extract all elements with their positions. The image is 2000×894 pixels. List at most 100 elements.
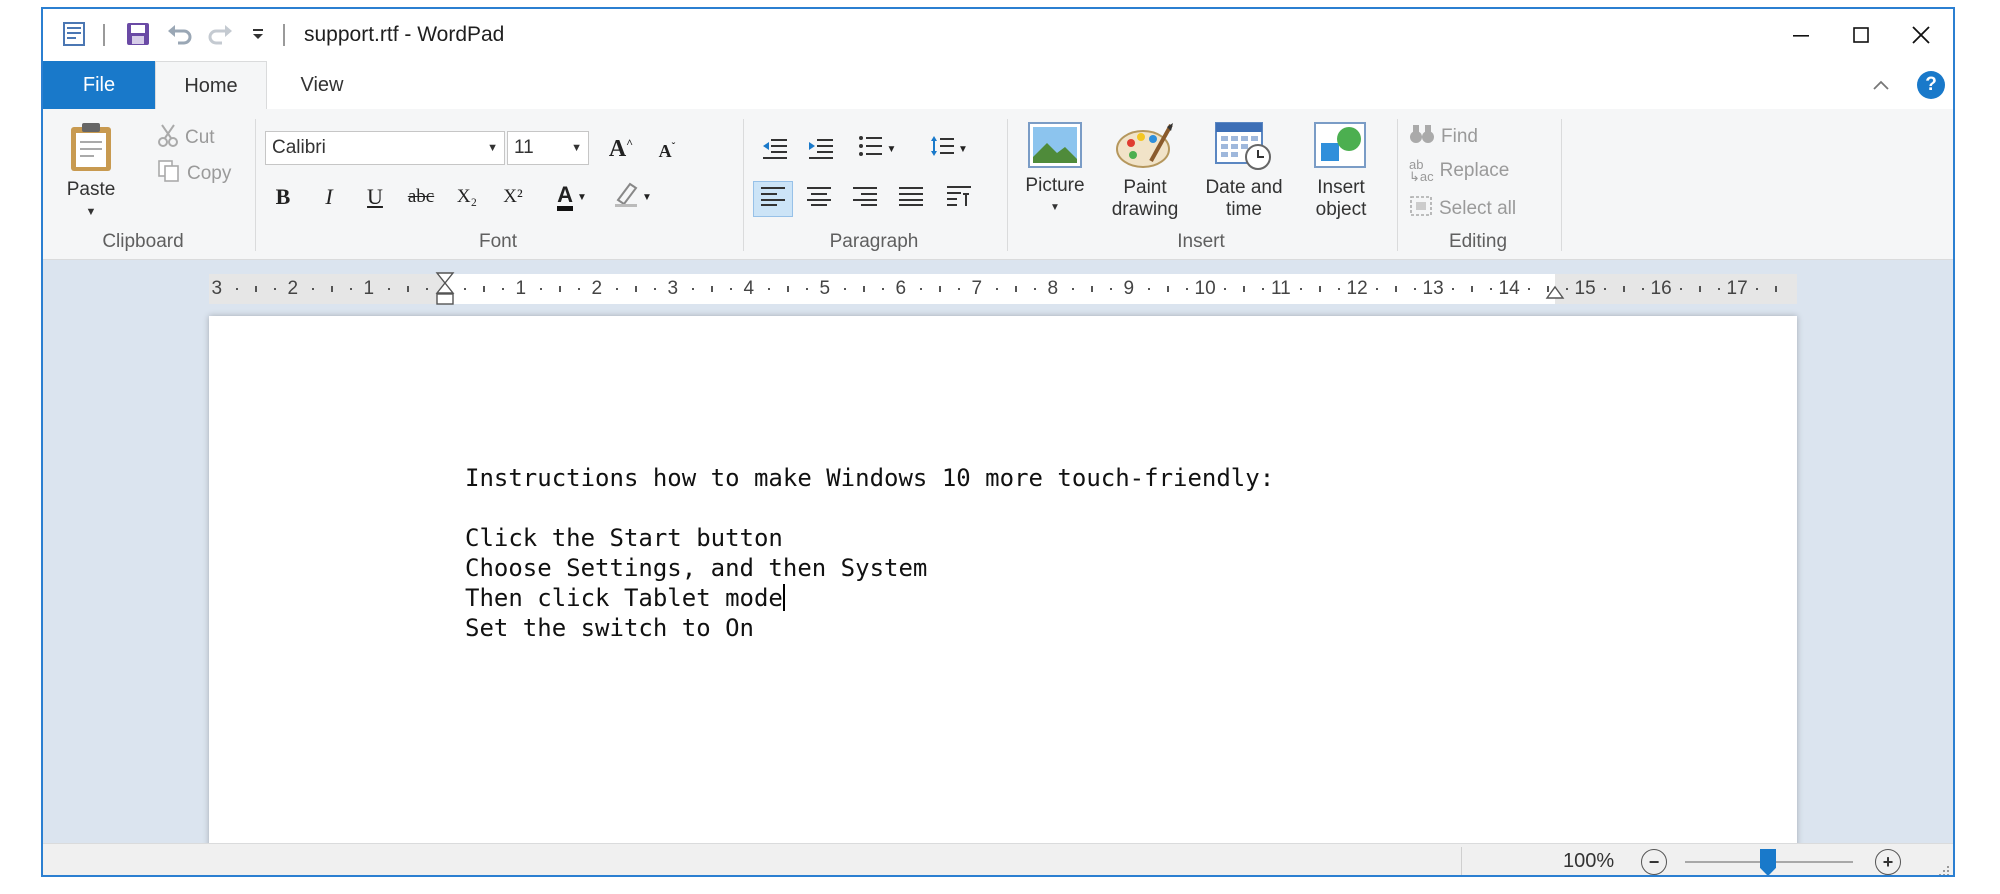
group-separator [1397, 119, 1398, 251]
save-icon[interactable] [121, 17, 155, 51]
document-page[interactable]: Instructions how to make Windows 10 more… [209, 316, 1797, 843]
ruler-tick [255, 286, 257, 292]
increase-indent-icon[interactable] [801, 131, 841, 167]
chevron-down-icon: ▼ [571, 142, 582, 154]
ruler-tick [1471, 286, 1473, 292]
bullet-list-icon [858, 135, 884, 163]
ruler-tick [920, 288, 922, 290]
ruler-tick [711, 286, 713, 292]
underline-button[interactable]: U [355, 179, 395, 215]
tab-file[interactable]: File [43, 61, 155, 109]
date-and-time-button[interactable]: Date and time [1197, 121, 1291, 221]
minimize-button[interactable] [1771, 17, 1831, 53]
indent-marker-icon[interactable] [435, 272, 455, 313]
object-label-line1: Insert [1317, 177, 1365, 198]
close-button[interactable] [1891, 17, 1951, 53]
copy-button[interactable]: Copy [157, 159, 231, 189]
bullets-button[interactable]: ▼ [849, 131, 905, 167]
find-label: Find [1441, 126, 1478, 147]
ruler-tick [1072, 288, 1074, 290]
paint-drawing-button[interactable]: Paint drawing [1103, 121, 1187, 221]
strikethrough-button[interactable]: abc [401, 179, 441, 215]
ruler-tick [1699, 286, 1701, 292]
decrease-indent-icon[interactable] [755, 131, 795, 167]
paste-dropdown-arrow-icon[interactable]: ▼ [61, 201, 121, 223]
document-line-with-caret[interactable]: Then click Tablet mode [465, 584, 785, 612]
group-separator [1561, 119, 1562, 251]
replace-icon: ab ↳ac [1409, 157, 1434, 184]
ruler-left-margin [209, 274, 445, 304]
zoom-slider-thumb[interactable] [1760, 849, 1776, 875]
help-icon[interactable]: ? [1917, 71, 1945, 99]
ruler-number: 2 [287, 278, 299, 299]
paragraph-settings-icon [947, 185, 971, 213]
highlight-color-button[interactable]: ▼ [605, 179, 659, 215]
document-line[interactable]: Click the Start button [465, 524, 783, 552]
chevron-down-icon: ▼ [642, 191, 652, 203]
resize-grip-icon[interactable] [1937, 864, 1951, 875]
find-button[interactable]: Find [1409, 123, 1478, 151]
document-area[interactable]: 3 2 1 1 2 3 4 5 6 7 8 9 10 11 12 13 14 15 16 17 Instruction… [43, 260, 1953, 843]
justify-icon [899, 186, 923, 212]
subscript-button[interactable]: X₂ [447, 179, 487, 215]
document-line[interactable]: Choose Settings, and then System [465, 554, 927, 582]
window-title: support.rtf - WordPad [304, 23, 505, 46]
chevron-down-icon: ▼ [1050, 202, 1060, 213]
ruler-number: 14 [1498, 278, 1520, 299]
redo-icon[interactable] [203, 17, 237, 51]
cut-label: Cut [185, 127, 215, 148]
picture-button[interactable]: Picture ▼ [1017, 121, 1093, 219]
group-separator [255, 119, 256, 251]
justify-button[interactable] [891, 181, 931, 217]
copy-label: Copy [187, 163, 232, 184]
ruler-tick [1718, 288, 1720, 290]
wordpad-window: support.rtf - WordPad File Home View ? P [41, 7, 1955, 877]
ruler-tick [1604, 288, 1606, 290]
font-family-select[interactable]: Calibri ▼ [265, 131, 505, 165]
superscript-button[interactable]: X² [493, 179, 533, 215]
ruler-number: 15 [1574, 278, 1596, 299]
chevron-down-icon: ▼ [487, 142, 498, 154]
zoom-in-icon[interactable]: + [1875, 849, 1901, 875]
undo-icon[interactable] [163, 17, 197, 51]
line-spacing-button[interactable]: ▼ [921, 131, 977, 167]
select-all-button[interactable]: Select all [1409, 195, 1516, 223]
tab-view[interactable]: View [279, 61, 365, 109]
tab-home[interactable]: Home [155, 61, 267, 110]
align-left-button[interactable] [753, 181, 793, 217]
ruler-tick [407, 286, 409, 292]
ruler-number: 3 [211, 278, 223, 299]
document-line[interactable]: Set the switch to On [465, 614, 754, 642]
ruler[interactable]: 3 2 1 1 2 3 4 5 6 7 8 9 10 11 12 13 14 15 16 17 [209, 272, 1797, 305]
ruler-tick [806, 288, 808, 290]
align-right-button[interactable] [845, 181, 885, 217]
ruler-number: 4 [743, 278, 755, 299]
customize-qat-icon[interactable] [245, 17, 271, 51]
collapse-ribbon-icon[interactable] [1867, 71, 1895, 99]
ruler-tick [939, 286, 941, 292]
paste-button[interactable]: Paste ▼ [61, 121, 121, 223]
paragraph-settings-button[interactable] [939, 181, 979, 217]
zoom-out-icon[interactable]: − [1641, 849, 1667, 875]
datetime-label-line1: Date and [1205, 177, 1283, 198]
ruler-tick [1110, 288, 1112, 290]
grow-font-button[interactable]: A^ [601, 131, 641, 167]
ruler-tick [1167, 286, 1169, 292]
maximize-button[interactable] [1831, 17, 1891, 53]
text-color-button[interactable]: A ▼ [545, 179, 599, 215]
font-size-select[interactable]: 11 ▼ [507, 131, 589, 165]
bold-button[interactable]: B [263, 179, 303, 215]
italic-button[interactable]: I [309, 179, 349, 215]
shrink-font-button[interactable]: Aˇ [647, 133, 687, 169]
document-line[interactable]: Then click Tablet mode [465, 584, 783, 612]
replace-button[interactable]: ab ↳ac Replace [1409, 157, 1509, 184]
wordpad-app-icon[interactable] [57, 17, 91, 51]
picture-label: Picture [1025, 175, 1085, 196]
align-center-button[interactable] [799, 181, 839, 217]
insert-group: Picture ▼ Paint drawing Date and time In… [1013, 115, 1389, 255]
cut-button[interactable]: Cut [157, 123, 215, 153]
line-spacing-icon [930, 134, 956, 164]
ruler-number: 17 [1726, 278, 1748, 299]
document-line[interactable]: Instructions how to make Windows 10 more… [465, 464, 1274, 492]
insert-object-button[interactable]: Insert object [1303, 121, 1379, 221]
